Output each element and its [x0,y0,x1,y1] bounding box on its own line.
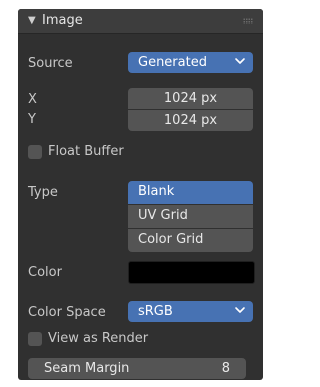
source-dropdown[interactable]: Generated [128,52,253,73]
type-option-label: UV Grid [138,208,188,223]
color-space-dropdown[interactable]: sRGB [128,301,253,322]
type-option-color-grid[interactable]: Color Grid [128,229,253,252]
size-y-label: Y [28,112,36,127]
view-as-render-checkbox[interactable] [28,332,42,346]
seam-margin-label: Seam Margin [44,361,130,376]
panel-header[interactable]: ▼ Image [18,9,263,34]
float-buffer-label: Float Buffer [48,144,124,159]
float-buffer-checkbox[interactable] [28,145,42,159]
size-y-field[interactable]: 1024 px [128,110,253,131]
chevron-down-icon [235,307,245,313]
color-label: Color [28,265,62,280]
panel-title: Image [42,13,83,28]
triangle-down-icon[interactable]: ▼ [28,15,36,26]
size-x-label: X [28,92,37,107]
color-space-label: Color Space [28,305,106,320]
chevron-down-icon [235,58,245,64]
type-option-blank[interactable]: Blank [128,181,253,204]
size-y-value: 1024 px [163,113,218,128]
source-value: Generated [138,55,207,70]
color-space-value: sRGB [138,304,173,319]
size-x-value: 1024 px [163,91,218,106]
type-option-label: Blank [138,184,175,199]
color-swatch[interactable] [128,261,255,284]
type-option-uv-grid[interactable]: UV Grid [128,205,253,228]
image-panel: ▼ Image Source Generated X 1024 px Y 102… [18,9,263,380]
seam-margin-value: 8 [221,361,230,376]
source-label: Source [28,56,73,71]
type-label: Type [28,185,58,200]
size-x-field[interactable]: 1024 px [128,88,253,109]
view-as-render-label: View as Render [48,331,149,346]
seam-margin-field[interactable]: Seam Margin 8 [28,358,246,379]
type-option-label: Color Grid [138,232,204,247]
grip-dots-icon[interactable] [243,18,253,24]
